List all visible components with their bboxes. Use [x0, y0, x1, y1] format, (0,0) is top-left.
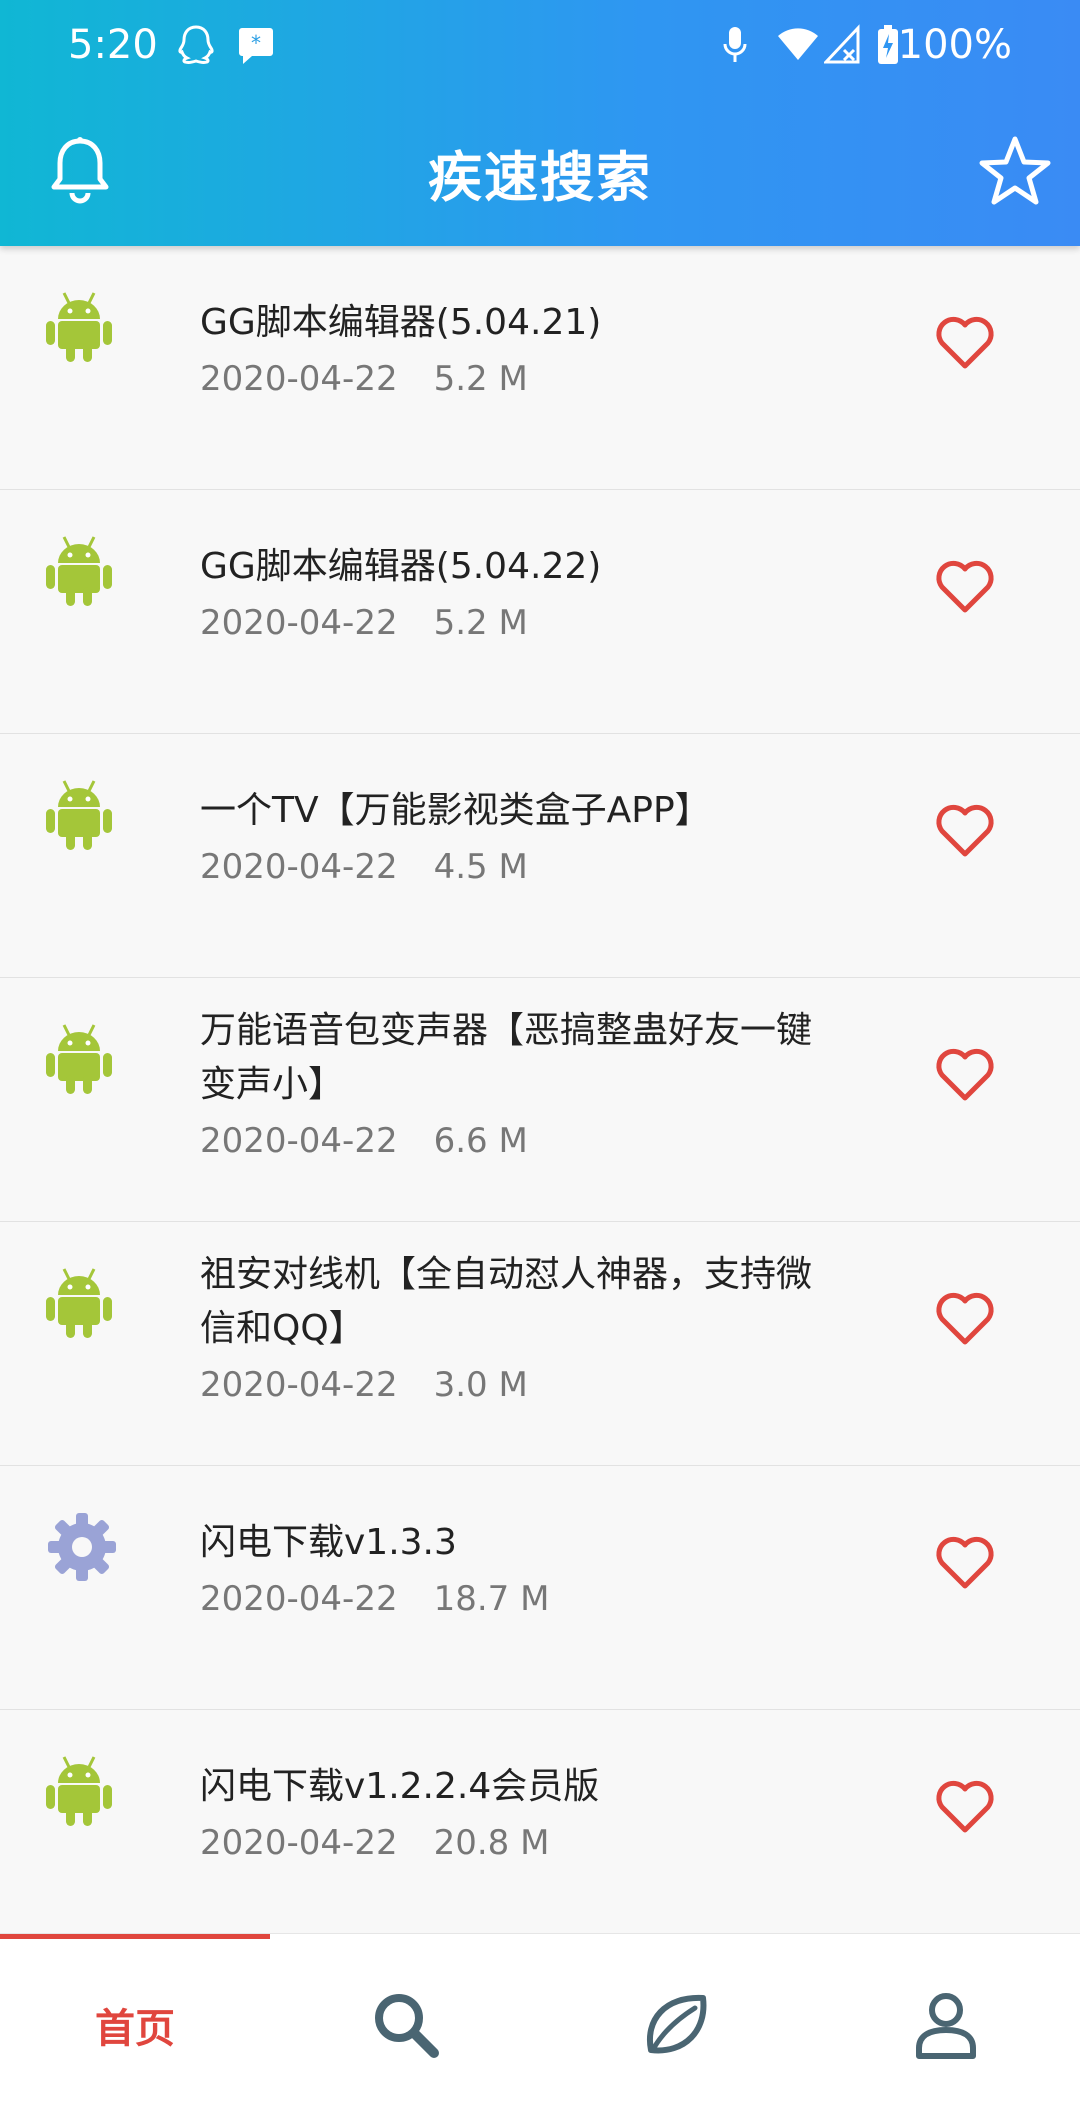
bottom-tab-bar: 首页 [0, 1933, 1080, 2112]
android-icon [46, 779, 112, 851]
item-date: 2020-04-22 [200, 603, 398, 643]
signal-icon [822, 24, 860, 68]
item-name: GG脚本编辑器(5.04.22) [200, 546, 602, 587]
item-size: 5.2 M [433, 603, 528, 643]
item-name: GG脚本编辑器(5.04.21) [200, 302, 602, 343]
list-item[interactable]: 一个TV【万能影视类盒子APP】 2020-04-22 4.5 M [0, 734, 1080, 978]
item-date: 2020-04-22 [200, 847, 398, 887]
tab-home[interactable]: 首页 [0, 1934, 270, 2112]
android-icon [46, 1755, 112, 1827]
heart-icon[interactable] [935, 802, 995, 858]
list-item[interactable]: 万能语音包变声器【恶搞整蛊好友一键变声小】 2020-04-22 6.6 M [0, 978, 1080, 1222]
item-name: 闪电下载v1.3.3 [200, 1522, 457, 1563]
page-title: 疾速搜索 [428, 146, 652, 209]
item-date: 2020-04-22 [200, 1121, 398, 1161]
list-item[interactable]: 祖安对线机【全自动怼人神器，支持微信和QQ】 2020-04-22 3.0 M [0, 1222, 1080, 1466]
wifi-icon [776, 24, 820, 68]
item-date: 2020-04-22 [200, 1823, 398, 1863]
item-date: 2020-04-22 [200, 1579, 398, 1619]
item-size: 5.2 M [433, 359, 528, 399]
search-icon [375, 1994, 439, 2058]
title-bar: 疾速搜索 [0, 95, 1080, 246]
heart-icon[interactable] [935, 1778, 995, 1834]
android-icon [46, 535, 112, 607]
leaf-icon [646, 1994, 707, 2054]
item-date: 2020-04-22 [200, 1365, 398, 1405]
list-item[interactable]: 闪电下载v1.3.3 2020-04-22 18.7 M [0, 1466, 1080, 1710]
status-bar: 5:20 * 100% [0, 0, 1080, 95]
svg-text:*: * [251, 31, 261, 55]
android-icon [46, 291, 112, 363]
tab-search[interactable] [270, 1934, 540, 2112]
heart-icon[interactable] [935, 314, 995, 370]
list-item[interactable]: GG脚本编辑器(5.04.22) 2020-04-22 5.2 M [0, 490, 1080, 734]
item-name: 万能语音包变声器【恶搞整蛊好友一键变声小】 [200, 1010, 813, 1105]
heart-icon[interactable] [935, 558, 995, 614]
item-size: 20.8 M [433, 1823, 550, 1863]
list-item[interactable]: 闪电下载v1.2.2.4会员版 2020-04-22 20.8 M [0, 1710, 1080, 1954]
app-list: GG脚本编辑器(5.04.21) 2020-04-22 5.2 M GG脚本编辑器… [0, 246, 1080, 1954]
tab-discover[interactable] [540, 1934, 810, 2112]
android-icon [46, 1267, 112, 1339]
item-name: 闪电下载v1.2.2.4会员版 [200, 1766, 600, 1807]
heart-icon[interactable] [935, 1046, 995, 1102]
battery-icon [876, 24, 900, 70]
list-item[interactable]: GG脚本编辑器(5.04.21) 2020-04-22 5.2 M [0, 246, 1080, 490]
heart-icon[interactable] [935, 1290, 995, 1346]
item-name: 祖安对线机【全自动怼人神器，支持微信和QQ】 [200, 1254, 813, 1349]
qq-icon [176, 24, 216, 72]
tab-home-label: 首页 [95, 2006, 175, 2052]
battery-percent: 100% [897, 22, 1012, 68]
heart-icon[interactable] [935, 1534, 995, 1590]
app-bar: 5:20 * 100% 疾速搜索 [0, 0, 1080, 246]
item-size: 3.0 M [433, 1365, 528, 1405]
mic-icon [722, 24, 748, 72]
user-icon [916, 1993, 976, 2059]
android-icon [46, 1023, 112, 1095]
star-icon[interactable] [978, 135, 1052, 211]
item-date: 2020-04-22 [200, 359, 398, 399]
tab-profile[interactable] [810, 1934, 1080, 2112]
item-size: 18.7 M [433, 1579, 550, 1619]
status-time: 5:20 [68, 22, 158, 68]
item-name: 一个TV【万能影视类盒子APP】 [200, 790, 711, 831]
item-size: 6.6 M [433, 1121, 528, 1161]
message-icon: * [236, 24, 276, 72]
gear-icon [46, 1511, 116, 1583]
item-size: 4.5 M [433, 847, 528, 887]
